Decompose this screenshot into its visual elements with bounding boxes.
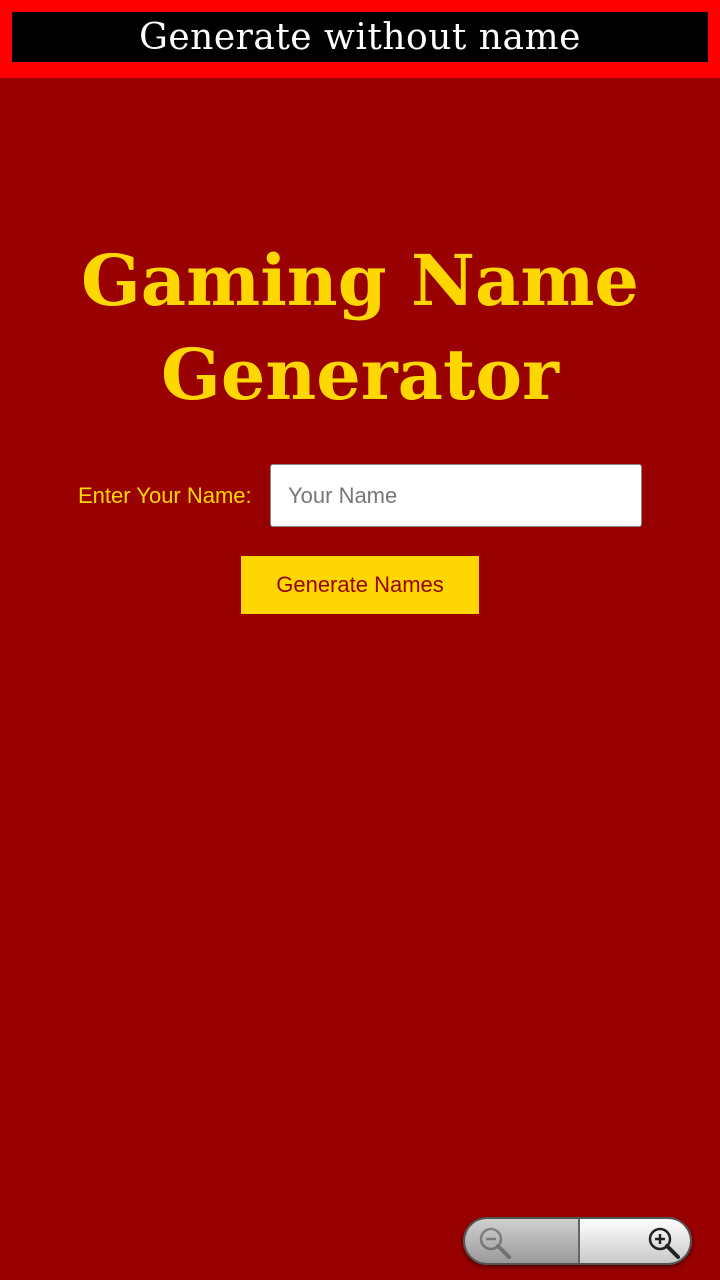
generate-without-name-button[interactable]: Generate without name bbox=[0, 0, 720, 78]
generate-names-button[interactable]: Generate Names bbox=[241, 556, 479, 614]
page-title: Gaming Name Generator bbox=[81, 239, 639, 416]
zoom-controls bbox=[463, 1217, 692, 1265]
zoom-out-icon bbox=[479, 1227, 511, 1259]
name-form: Enter Your Name: bbox=[0, 464, 720, 527]
zoom-in-icon bbox=[648, 1227, 680, 1259]
name-input[interactable] bbox=[270, 464, 642, 527]
name-label: Enter Your Name: bbox=[78, 483, 252, 508]
zoom-in-button[interactable] bbox=[580, 1219, 690, 1263]
zoom-out-button[interactable] bbox=[465, 1219, 580, 1263]
generate-without-name-label: Generate without name bbox=[12, 12, 708, 62]
